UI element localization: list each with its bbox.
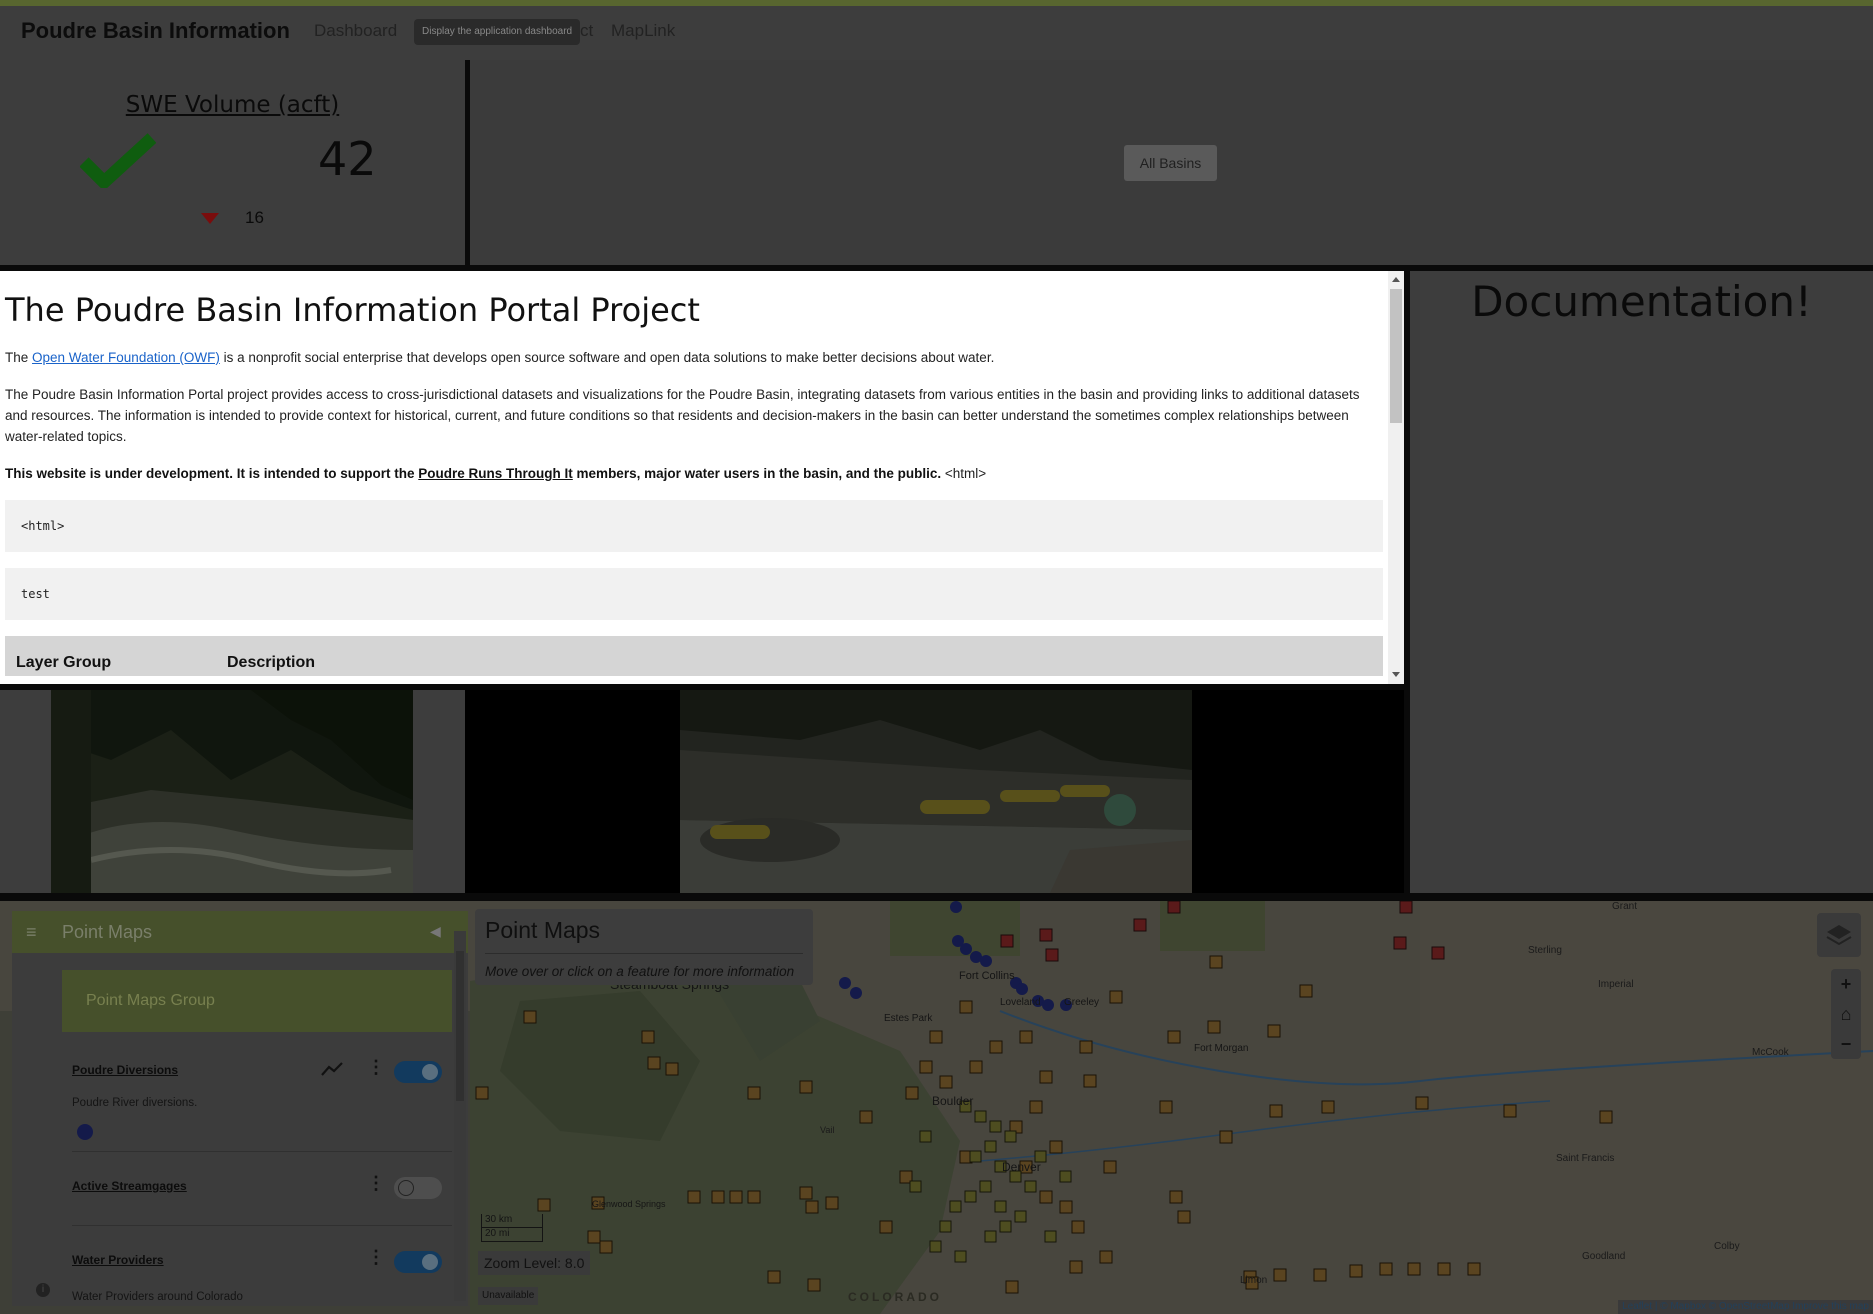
info-title: Point Maps bbox=[485, 917, 601, 943]
about-owf-paragraph: The Open Water Foundation (OWF) is a non… bbox=[5, 350, 995, 365]
map-label: Grant bbox=[1612, 901, 1637, 912]
about-description-paragraph: The Poudre Basin Information Portal proj… bbox=[5, 387, 1360, 444]
layer-desc-poudre-diversions: Poudre River diversions. bbox=[72, 1097, 198, 1109]
about-scrollbar[interactable] bbox=[1388, 271, 1404, 684]
map-label: McCook bbox=[1752, 1047, 1790, 1058]
code-block-html: <html> bbox=[5, 500, 1383, 552]
map-label: Vail bbox=[820, 1125, 834, 1135]
dashboard-tooltip: Display the application dashboard bbox=[414, 19, 581, 45]
feature-info-box: Point Maps Move over or click on a featu… bbox=[475, 909, 813, 985]
about-title: The Poudre Basin Information Portal Proj… bbox=[5, 291, 700, 329]
layer-menu-icon[interactable]: ⋮ bbox=[367, 1247, 385, 1268]
layers-control-button[interactable] bbox=[1817, 913, 1861, 957]
layer-name-water-providers[interactable]: Water Providers bbox=[72, 1253, 164, 1267]
swe-title[interactable]: SWE Volume (acft) bbox=[0, 92, 465, 118]
map-scale: 30 km 20 mi bbox=[481, 1214, 543, 1242]
sidebar-scrollbar[interactable] bbox=[454, 931, 466, 1301]
scroll-up-icon[interactable] bbox=[1392, 277, 1400, 282]
layer-name-poudre-diversions[interactable]: Poudre Diversions bbox=[72, 1063, 178, 1077]
zoom-in-button[interactable]: + bbox=[1831, 969, 1861, 999]
layer-sidebar: ≡ Point Maps ◀ Point Maps Group Poudre D… bbox=[12, 911, 468, 1306]
map-label: Limon bbox=[1240, 1275, 1267, 1286]
nav-maplink-link[interactable]: MapLink bbox=[611, 21, 675, 41]
info-subtitle: Move over or click on a feature for more… bbox=[485, 964, 795, 979]
scale-km: 30 km bbox=[481, 1214, 543, 1228]
map-label: Greeley bbox=[1064, 997, 1099, 1008]
group-label: Point Maps Group bbox=[86, 992, 215, 1009]
map-panel[interactable]: Grant Sterling Steamboat Springs Fort Co… bbox=[0, 901, 1873, 1314]
map-label: Sterling bbox=[1528, 945, 1562, 956]
collapse-sidebar-icon[interactable]: ◀ bbox=[430, 923, 441, 940]
swe-change-value: 16 bbox=[245, 208, 264, 227]
all-basins-button[interactable]: All Basins bbox=[1124, 145, 1217, 181]
app-root: Poudre Basin Information Dashboard ct Ma… bbox=[0, 0, 1873, 1314]
swe-value: 42 bbox=[318, 132, 377, 186]
diversion-legend-icon bbox=[77, 1124, 93, 1140]
documentation-title: Documentation! bbox=[1471, 277, 1812, 326]
zoom-level-readout: Zoom Level: 8.0 bbox=[478, 1251, 591, 1275]
nav-dashboard-link[interactable]: Dashboard bbox=[314, 21, 397, 41]
about-panel: The Poudre Basin Information Portal Proj… bbox=[0, 271, 1404, 684]
layer-menu-icon[interactable]: ⋮ bbox=[367, 1057, 385, 1078]
basins-panel: All Basins bbox=[470, 60, 1873, 265]
home-icon[interactable]: ⌂ bbox=[1831, 999, 1861, 1029]
scroll-down-icon[interactable] bbox=[1392, 672, 1400, 677]
rafting-photo bbox=[680, 690, 1192, 893]
map-label: COLORADO bbox=[848, 1290, 942, 1304]
sidebar-title: Point Maps bbox=[62, 922, 153, 942]
toggle-active-streamgages[interactable] bbox=[394, 1177, 442, 1199]
point-maps-group[interactable]: Point Maps Group bbox=[62, 970, 452, 1032]
map-label: Loveland bbox=[1000, 997, 1041, 1008]
documentation-panel: Documentation! bbox=[1410, 271, 1873, 893]
table-header-layer-group: Layer Group bbox=[16, 654, 112, 671]
nav-project-link[interactable]: ct bbox=[580, 21, 593, 41]
map-label: Fort Collins bbox=[959, 970, 1015, 982]
map-label: Fort Morgan bbox=[1194, 1043, 1248, 1054]
map-label: Imperial bbox=[1598, 979, 1634, 990]
map-label: Boulder bbox=[932, 1094, 973, 1108]
swe-indicator-panel: SWE Volume (acft) 42 16 bbox=[0, 60, 465, 265]
scroll-thumb[interactable] bbox=[1390, 289, 1402, 423]
photo-row bbox=[0, 690, 1404, 893]
map-label: Goodland bbox=[1582, 1251, 1625, 1262]
checkmark-icon bbox=[80, 133, 156, 188]
navbar: Poudre Basin Information Dashboard ct Ma… bbox=[0, 6, 1873, 60]
river-forest-photo bbox=[51, 690, 413, 893]
zoom-out-button[interactable]: − bbox=[1831, 1029, 1861, 1059]
owf-link[interactable]: Open Water Foundation (OWF) bbox=[32, 350, 220, 365]
scale-mi: 20 mi bbox=[481, 1228, 543, 1242]
brand-title[interactable]: Poudre Basin Information bbox=[21, 18, 290, 44]
layer-menu-icon[interactable]: ⋮ bbox=[367, 1173, 385, 1194]
row-divider bbox=[0, 893, 1873, 901]
map-label: Denver bbox=[1002, 1160, 1041, 1174]
info-icon[interactable]: i bbox=[36, 1283, 50, 1297]
toggle-water-providers[interactable] bbox=[394, 1251, 442, 1273]
sidebar-header: ≡ Point Maps ◀ bbox=[12, 911, 468, 953]
toggle-poudre-diversions[interactable] bbox=[394, 1061, 442, 1083]
code-block-test: test bbox=[5, 568, 1383, 620]
map-label: Glenwood Springs bbox=[592, 1199, 666, 1209]
poudre-runs-through-it-link[interactable]: Poudre Runs Through It bbox=[418, 466, 573, 481]
layer-group-table-header: Layer Group Description bbox=[5, 636, 1383, 676]
table-header-description: Description bbox=[227, 654, 316, 671]
zoom-control: + ⌂ − bbox=[1831, 969, 1861, 1059]
down-arrow-icon bbox=[201, 213, 219, 224]
layer-desc-water-providers: Water Providers around Colorado bbox=[72, 1291, 243, 1303]
layer-name-active-streamgages[interactable]: Active Streamgages bbox=[72, 1179, 187, 1193]
about-development-paragraph: This website is under development. It is… bbox=[5, 466, 987, 481]
map-label: Saint Francis bbox=[1556, 1153, 1614, 1164]
chart-line-icon[interactable] bbox=[320, 1061, 344, 1077]
map-label: Colby bbox=[1714, 1241, 1740, 1252]
map-attribution[interactable]: Leaflet | © Mapbox © OpenStreetMap Impro… bbox=[1618, 1300, 1873, 1314]
map-label: Estes Park bbox=[884, 1013, 933, 1024]
layers-icon bbox=[1826, 925, 1852, 946]
hamburger-menu-icon[interactable]: ≡ bbox=[26, 923, 37, 941]
unavailable-badge: Unavailable bbox=[478, 1287, 539, 1305]
